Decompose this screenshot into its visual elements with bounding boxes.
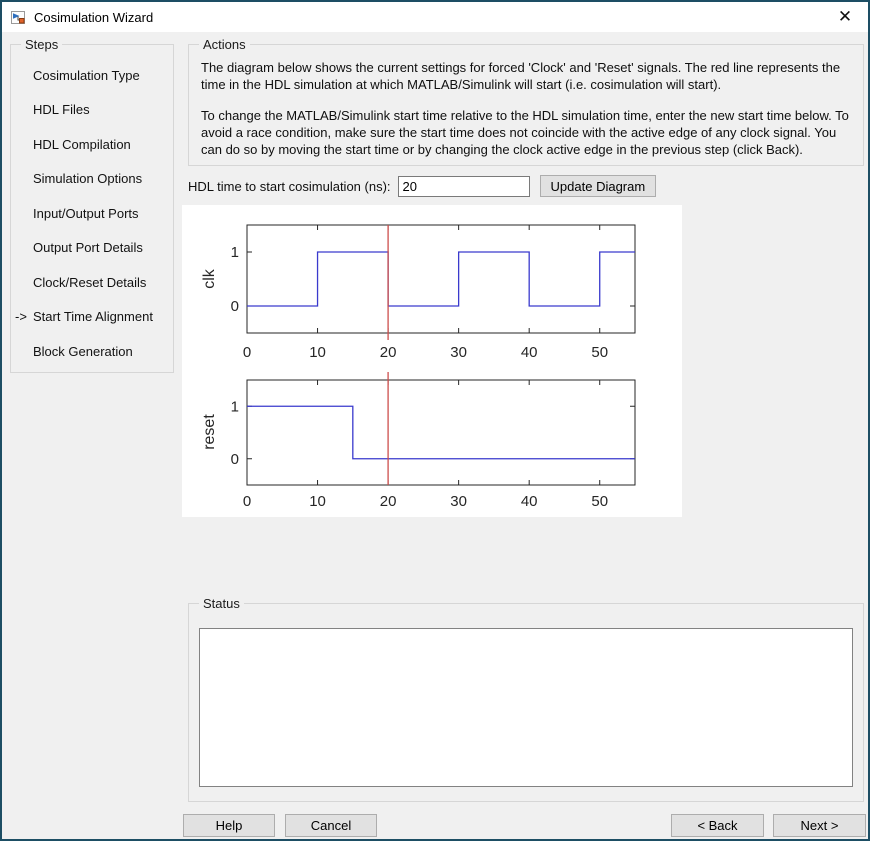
- step-start-time-alignment: -> Start Time Alignment: [11, 300, 173, 335]
- svg-text:30: 30: [450, 344, 467, 361]
- app-icon: [10, 9, 26, 25]
- step-label: Output Port Details: [33, 240, 143, 255]
- close-icon[interactable]: ✕: [834, 6, 856, 28]
- step-hdl-files: HDL Files: [11, 93, 173, 128]
- svg-text:40: 40: [521, 344, 538, 361]
- cancel-button[interactable]: Cancel: [285, 814, 377, 837]
- svg-text:20: 20: [380, 493, 397, 510]
- title-bar: Cosimulation Wizard ✕: [2, 2, 868, 32]
- step-label: Block Generation: [33, 344, 133, 359]
- update-diagram-button[interactable]: Update Diagram: [540, 175, 657, 197]
- status-message-box: [199, 628, 853, 787]
- active-step-arrow: ->: [11, 309, 33, 324]
- step-label: Cosimulation Type: [33, 68, 140, 83]
- next-button[interactable]: Next >: [773, 814, 866, 837]
- step-label: Input/Output Ports: [33, 206, 139, 221]
- actions-legend: Actions: [199, 37, 250, 52]
- back-button[interactable]: < Back: [671, 814, 764, 837]
- status-panel: Status: [188, 603, 864, 802]
- svg-text:1: 1: [231, 244, 239, 261]
- actions-panel: Actions The diagram below shows the curr…: [188, 44, 864, 166]
- steps-panel: Steps Cosimulation Type HDL Files HDL Co…: [10, 44, 174, 373]
- step-label: HDL Files: [33, 102, 90, 117]
- step-clock-reset-details: Clock/Reset Details: [11, 265, 173, 300]
- actions-paragraph-1: The diagram below shows the current sett…: [201, 59, 851, 93]
- status-legend: Status: [199, 596, 244, 611]
- step-cosimulation-type: Cosimulation Type: [11, 58, 173, 93]
- window-title: Cosimulation Wizard: [34, 10, 153, 25]
- help-button[interactable]: Help: [183, 814, 275, 837]
- svg-text:50: 50: [591, 493, 608, 510]
- start-time-label: HDL time to start cosimulation (ns):: [188, 179, 391, 194]
- start-time-row: HDL time to start cosimulation (ns): Upd…: [188, 174, 656, 198]
- svg-text:30: 30: [450, 493, 467, 510]
- svg-text:10: 10: [309, 344, 326, 361]
- svg-text:50: 50: [591, 344, 608, 361]
- step-output-port-details: Output Port Details: [11, 231, 173, 266]
- step-hdl-compilation: HDL Compilation: [11, 127, 173, 162]
- svg-text:0: 0: [243, 344, 251, 361]
- waveform-figure: 0 10 20 30 40 50 0 1 clk 0 10 20 30 40 50 0 1 reset: [182, 205, 682, 517]
- step-label: Simulation Options: [33, 171, 142, 186]
- steps-legend: Steps: [21, 37, 62, 52]
- svg-text:10: 10: [309, 493, 326, 510]
- svg-text:0: 0: [243, 493, 251, 510]
- step-input-output-ports: Input/Output Ports: [11, 196, 173, 231]
- svg-text:1: 1: [231, 398, 239, 415]
- step-label: Start Time Alignment: [33, 309, 153, 324]
- actions-paragraph-2: To change the MATLAB/Simulink start time…: [201, 107, 851, 158]
- svg-text:clk: clk: [201, 268, 218, 289]
- step-block-generation: Block Generation: [11, 334, 173, 369]
- svg-text:reset: reset: [201, 414, 218, 450]
- reset-waveform-chart: 0 10 20 30 40 50 0 1 reset: [182, 366, 682, 522]
- clk-waveform-chart: 0 10 20 30 40 50 0 1 clk: [182, 205, 682, 361]
- step-label: Clock/Reset Details: [33, 275, 146, 290]
- svg-text:20: 20: [380, 344, 397, 361]
- svg-text:0: 0: [231, 298, 239, 315]
- step-simulation-options: Simulation Options: [11, 162, 173, 197]
- step-label: HDL Compilation: [33, 137, 131, 152]
- cosimulation-wizard-window: Cosimulation Wizard ✕ Steps Cosimulation…: [0, 0, 870, 841]
- start-time-input[interactable]: [398, 176, 530, 197]
- svg-text:40: 40: [521, 493, 538, 510]
- svg-text:0: 0: [231, 451, 239, 468]
- steps-list: Cosimulation Type HDL Files HDL Compilat…: [11, 45, 173, 369]
